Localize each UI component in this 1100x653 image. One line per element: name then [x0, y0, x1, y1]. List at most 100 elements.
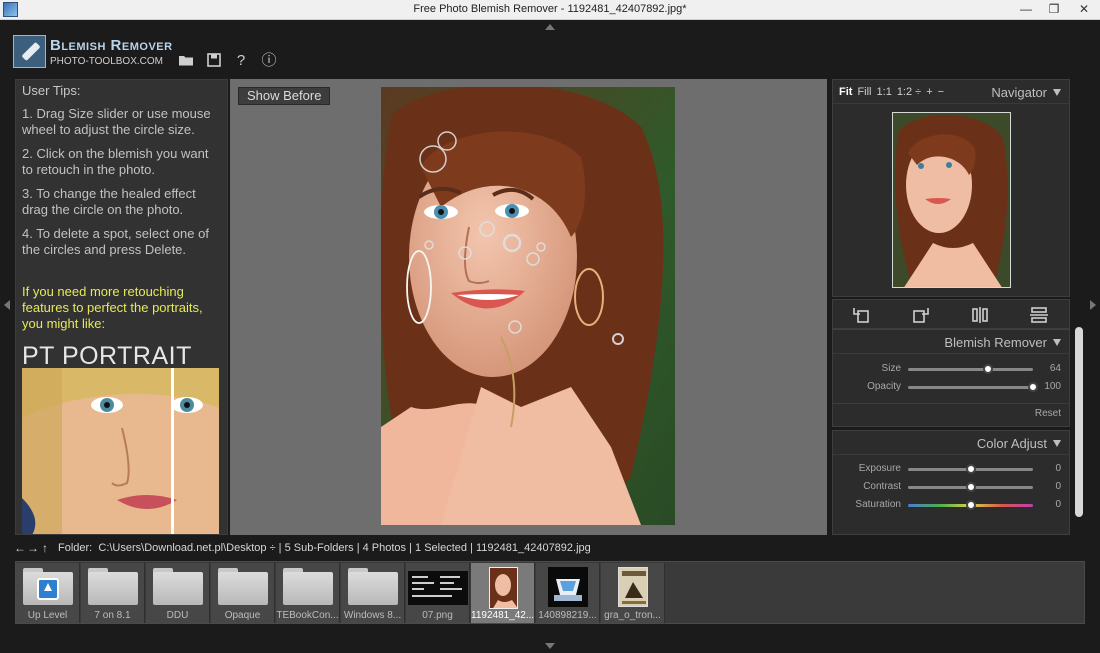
size-slider-knob[interactable] — [983, 364, 993, 374]
tip-item: 3. To change the healed effect drag the … — [22, 186, 196, 217]
color-adjust-panel: Color Adjust Exposure 0 Contrast 0 Satur… — [832, 430, 1070, 535]
help-icon[interactable]: ? — [233, 53, 249, 69]
folder-bar: ← → ↑ Folder: C:\Users\Download.net.pl\D… — [12, 541, 1092, 557]
collapse-triangle-icon[interactable] — [1053, 339, 1061, 346]
zoom-1-1[interactable]: 1:1 — [877, 86, 892, 98]
transform-toolbar — [832, 299, 1070, 329]
folder-icon — [153, 568, 203, 605]
filmstrip-item-folder[interactable]: Opaque — [211, 563, 275, 623]
exposure-slider[interactable] — [908, 464, 1033, 474]
user-tips-panel: User Tips: 1. Drag Size slider or use mo… — [15, 79, 228, 535]
filmstrip-item-label: 1192481_42... — [471, 610, 534, 621]
photo-canvas[interactable]: Show Before — [230, 79, 827, 535]
folder-icon — [348, 568, 398, 605]
rotate-right-icon[interactable] — [911, 306, 931, 324]
collapse-bottom-arrow-icon[interactable] — [545, 643, 555, 649]
collapse-top-arrow-icon[interactable] — [545, 24, 555, 30]
tip-item: 1. Drag Size slider or use mouse wheel t… — [22, 106, 211, 137]
folder-icon — [283, 568, 333, 605]
collapse-left-arrow-icon[interactable] — [4, 300, 10, 310]
zoom-fit[interactable]: Fit — [839, 86, 852, 98]
logo-name: Blemish Remover — [50, 37, 173, 54]
filmstrip-item-image-selected[interactable]: 1192481_42... — [471, 563, 535, 623]
exposure-slider-knob[interactable] — [965, 464, 976, 474]
rotate-left-icon[interactable] — [851, 306, 871, 324]
minimize-button[interactable]: — — [1012, 0, 1040, 19]
zoom-1-2[interactable]: 1:2 ÷ — [897, 86, 921, 98]
save-icon[interactable] — [206, 53, 222, 69]
filmstrip-item-folder[interactable]: 7 on 8.1 — [81, 563, 145, 623]
close-button[interactable]: ✕ — [1068, 0, 1100, 19]
reset-button[interactable]: Reset — [1035, 408, 1061, 419]
filmstrip-item-folder[interactable]: TEBookCon... — [276, 563, 340, 623]
filmstrip-item-folder[interactable]: Windows 8... — [341, 563, 405, 623]
contrast-slider[interactable] — [908, 482, 1033, 492]
zoom-in-icon[interactable]: + — [926, 86, 932, 98]
promo-portrait-image[interactable] — [22, 368, 219, 534]
flip-horizontal-icon[interactable] — [970, 306, 990, 324]
maximize-button[interactable]: ❐ — [1040, 0, 1068, 19]
saturation-label: Saturation — [855, 499, 901, 510]
opacity-slider[interactable] — [908, 382, 1038, 392]
collapse-triangle-icon[interactable] — [1053, 440, 1061, 447]
scanner-image-thumbnail — [548, 567, 588, 607]
navigator-thumbnail[interactable] — [892, 112, 1011, 288]
contrast-value: 0 — [1055, 481, 1061, 492]
size-label: Size — [881, 363, 901, 374]
filmstrip-item-image[interactable]: 07.png — [406, 563, 470, 623]
filmstrip-item-folder[interactable]: DDU — [146, 563, 210, 623]
folder-icon — [88, 568, 138, 605]
filmstrip-item-label: TEBookCon... — [276, 610, 339, 621]
filmstrip-item-label: 140898219... — [538, 610, 597, 621]
zoom-fill[interactable]: Fill — [857, 86, 871, 98]
opacity-label: Opacity — [867, 381, 901, 392]
tip-item: 4. To delete a spot, select one of the c… — [22, 226, 209, 257]
folder-label: Folder: — [58, 542, 93, 554]
collapse-right-arrow-icon[interactable] — [1090, 300, 1096, 310]
blemish-remover-panel: Blemish Remover Size 64 Opacity 100 Rese… — [832, 329, 1070, 427]
filmstrip-item-image[interactable]: gra_o_tron... — [601, 563, 665, 623]
flip-vertical-icon[interactable] — [1029, 306, 1049, 324]
contrast-label: Contrast — [863, 481, 901, 492]
tip-item: 2. Click on the blemish you want to reto… — [22, 146, 209, 177]
exposure-label: Exposure — [858, 463, 901, 474]
logo-mark-icon — [13, 35, 46, 68]
book-cover-thumbnail — [618, 567, 648, 607]
navigator-header[interactable]: Fit Fill 1:1 1:2 ÷ + − Navigator — [833, 80, 1069, 104]
right-panel-scrollbar[interactable] — [1075, 327, 1083, 517]
folder-icon — [218, 568, 268, 605]
forward-arrow-icon[interactable]: → — [27, 542, 39, 554]
up-arrow-icon[interactable]: ↑ — [42, 542, 48, 554]
folder-path-text[interactable]: C:\Users\Download.net.pl\Desktop ÷ | 5 S… — [98, 542, 590, 554]
size-slider-row: Size 64 — [833, 361, 1069, 377]
image-thumbnail — [408, 571, 468, 605]
promo-title[interactable]: PT PORTRAIT — [22, 342, 192, 371]
info-icon[interactable]: ⓘ — [261, 53, 277, 69]
zoom-options: Fit Fill 1:1 1:2 ÷ + − — [839, 86, 949, 98]
color-adjust-header[interactable]: Color Adjust — [833, 431, 1069, 455]
folder-icon[interactable] — [178, 53, 194, 69]
contrast-slider-row: Contrast 0 — [833, 479, 1069, 495]
title-bar: Free Photo Blemish Remover - 1192481_424… — [0, 0, 1100, 20]
filmstrip-item-image[interactable]: 140898219... — [536, 563, 600, 623]
size-slider[interactable] — [908, 364, 1033, 374]
opacity-slider-row: Opacity 100 — [833, 379, 1069, 395]
blemish-remover-header[interactable]: Blemish Remover — [833, 330, 1069, 354]
show-before-button[interactable]: Show Before — [238, 87, 331, 105]
back-arrow-icon[interactable]: ← — [14, 542, 26, 554]
filmstrip-item-label: Opaque — [224, 610, 261, 621]
filmstrip-item-up-level[interactable]: Up Level — [16, 563, 80, 623]
main-photo[interactable] — [381, 87, 675, 525]
saturation-slider[interactable] — [908, 500, 1033, 510]
navigator-panel: Fit Fill 1:1 1:2 ÷ + − Navigator — [832, 79, 1070, 297]
folder-path[interactable]: Folder: C:\Users\Download.net.pl\Desktop… — [58, 542, 591, 554]
app-logo: Blemish Remover PHOTO-TOOLBOX.COM — [13, 35, 172, 69]
tips-heading: User Tips: — [22, 83, 81, 98]
opacity-value: 100 — [1044, 381, 1061, 392]
contrast-slider-knob[interactable] — [965, 482, 976, 492]
color-adjust-title: Color Adjust — [976, 436, 1047, 451]
opacity-slider-knob[interactable] — [1028, 382, 1038, 392]
collapse-triangle-icon[interactable] — [1053, 89, 1061, 96]
saturation-slider-knob[interactable] — [965, 500, 976, 510]
zoom-out-icon[interactable]: − — [938, 86, 944, 98]
